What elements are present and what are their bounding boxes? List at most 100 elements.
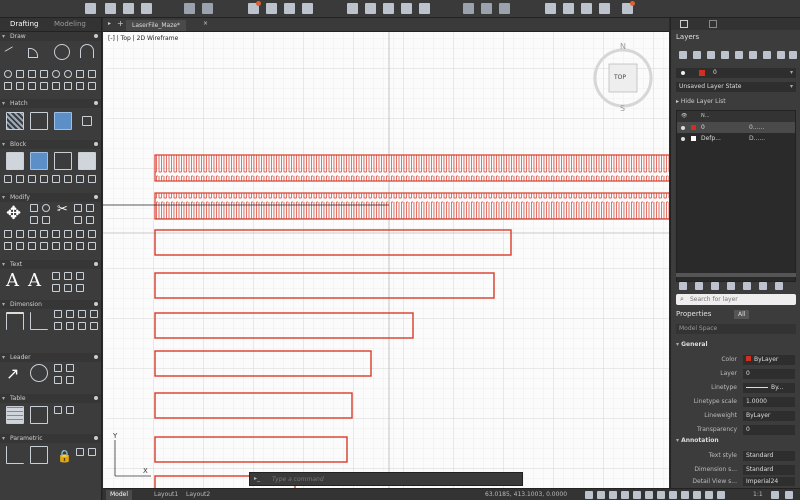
mirror-icon[interactable] xyxy=(30,216,38,224)
layer-isolate-icon[interactable] xyxy=(777,51,785,59)
layer-tool-icon[interactable] xyxy=(679,282,687,290)
snap-toggle-icon[interactable] xyxy=(597,491,605,499)
blend-icon[interactable] xyxy=(52,242,60,250)
write-block-icon[interactable] xyxy=(4,175,12,183)
stretch-icon[interactable] xyxy=(86,204,94,212)
markup-icon[interactable] xyxy=(622,1,635,14)
measure-icon[interactable] xyxy=(88,82,96,90)
command-input[interactable] xyxy=(272,475,520,484)
radius-dim-icon[interactable] xyxy=(66,310,74,318)
prop-value[interactable]: Standard xyxy=(743,451,795,461)
ellipse-arc-icon[interactable] xyxy=(64,70,72,78)
helix-icon[interactable] xyxy=(28,82,36,90)
prop-value[interactable]: Standard xyxy=(743,465,795,475)
circle-icon[interactable] xyxy=(54,44,70,60)
block-editor-icon[interactable] xyxy=(54,152,72,170)
line-icon[interactable] xyxy=(4,46,18,60)
lock-icon[interactable]: 🔒 xyxy=(57,449,72,463)
boundary-fill-icon[interactable] xyxy=(54,112,72,130)
layer-tool-icon[interactable] xyxy=(727,282,735,290)
section-block[interactable]: Block xyxy=(0,140,101,149)
section-modify[interactable]: Modify xyxy=(0,193,101,202)
copy-icon[interactable] xyxy=(266,3,277,14)
otrack-toggle-icon[interactable] xyxy=(645,491,653,499)
block-attr-icon[interactable] xyxy=(16,175,24,183)
continue-dim-icon[interactable] xyxy=(66,322,74,330)
spell-check-icon[interactable] xyxy=(52,272,60,280)
offset-icon[interactable] xyxy=(16,230,24,238)
sheet-set-icon[interactable] xyxy=(599,3,610,14)
pedit-icon[interactable] xyxy=(4,242,12,250)
insert-icon[interactable] xyxy=(401,3,412,14)
new-layer-icon[interactable] xyxy=(679,51,687,59)
auto-constrain-icon[interactable] xyxy=(6,446,24,464)
angular-dim-icon[interactable] xyxy=(54,310,62,318)
pan-icon[interactable] xyxy=(481,3,492,14)
region-icon[interactable] xyxy=(64,82,72,90)
geometric-constraint-icon[interactable] xyxy=(30,446,48,464)
justify-text-icon[interactable] xyxy=(64,284,72,292)
tolerance-icon[interactable] xyxy=(78,322,86,330)
section-options-icon[interactable] xyxy=(94,101,98,105)
new-layer-frozen-icon[interactable] xyxy=(693,51,701,59)
layer-search-input[interactable] xyxy=(690,295,790,304)
ortho-toggle-icon[interactable] xyxy=(609,491,617,499)
delete-constraints-icon[interactable] xyxy=(88,448,96,456)
undo-icon[interactable] xyxy=(184,3,195,14)
refedit-icon[interactable] xyxy=(64,175,72,183)
base-point-icon[interactable] xyxy=(88,175,96,183)
drawing-canvas[interactable]: Y X TOP N S xyxy=(103,18,669,488)
rectangle-icon[interactable] xyxy=(88,70,96,78)
single-line-text-icon[interactable]: A xyxy=(28,270,41,291)
divide-icon[interactable] xyxy=(76,82,84,90)
diameter-dim-icon[interactable] xyxy=(78,310,86,318)
gradient-icon[interactable] xyxy=(30,112,48,130)
layer-list-scrollbar[interactable] xyxy=(676,273,796,277)
hide-layer-list-toggle[interactable]: ▸ Hide Layer List xyxy=(676,98,726,105)
break-icon[interactable] xyxy=(40,230,48,238)
hatch-icon[interactable] xyxy=(6,112,24,130)
layer-tool-icon[interactable] xyxy=(711,282,719,290)
wipeout-icon[interactable] xyxy=(40,82,48,90)
layer-props-icon[interactable] xyxy=(365,3,376,14)
linear-dim-icon[interactable] xyxy=(6,312,24,330)
properties-tab-icon[interactable] xyxy=(709,20,717,28)
donut-icon[interactable] xyxy=(52,70,60,78)
layer-on-icon[interactable] xyxy=(681,126,685,130)
splinedit-icon[interactable] xyxy=(16,242,24,250)
close-tab-icon[interactable]: × xyxy=(203,20,208,27)
scale-text-icon[interactable] xyxy=(52,284,60,292)
table-style-icon[interactable] xyxy=(66,406,74,414)
annotation-scale[interactable]: 1:1 xyxy=(753,490,763,500)
plot-icon[interactable] xyxy=(302,3,313,14)
layer-tool-icon[interactable] xyxy=(743,282,751,290)
join-icon[interactable] xyxy=(52,230,60,238)
section-dimension[interactable]: Dimension xyxy=(0,300,101,309)
ray-icon[interactable] xyxy=(28,70,36,78)
dynamic-ucs-icon[interactable] xyxy=(693,491,701,499)
rotate-icon[interactable] xyxy=(42,204,50,212)
orbit-icon[interactable] xyxy=(499,3,510,14)
design-center-icon[interactable] xyxy=(563,3,574,14)
dim-constraint-icon[interactable] xyxy=(76,448,84,456)
layers-tab-icon[interactable] xyxy=(680,20,688,28)
mleader-icon[interactable]: ↗ xyxy=(6,364,19,383)
section-options-icon[interactable] xyxy=(94,195,98,199)
new-tab-icon[interactable]: + xyxy=(117,19,124,28)
prop-value[interactable]: By... xyxy=(743,383,795,393)
tab-menu-icon[interactable]: ▸ xyxy=(108,20,111,27)
layer-row[interactable]: 0 0...... xyxy=(677,122,795,133)
layer-color-swatch[interactable] xyxy=(691,125,696,130)
viewcube-north-label[interactable]: N xyxy=(620,42,626,51)
section-options-icon[interactable] xyxy=(94,436,98,440)
sync-attr-icon[interactable] xyxy=(28,175,36,183)
match-props-icon[interactable] xyxy=(347,3,358,14)
layer-on-icon[interactable] xyxy=(681,137,685,141)
lengthen-icon[interactable] xyxy=(76,230,84,238)
new-file-icon[interactable] xyxy=(85,3,96,14)
prop-value[interactable]: 1.0000 xyxy=(743,397,795,407)
edit-attr-icon[interactable] xyxy=(40,175,48,183)
grid-toggle-icon[interactable] xyxy=(585,491,593,499)
ordinate-dim-icon[interactable] xyxy=(90,310,98,318)
layer-color-swatch[interactable] xyxy=(691,136,696,141)
